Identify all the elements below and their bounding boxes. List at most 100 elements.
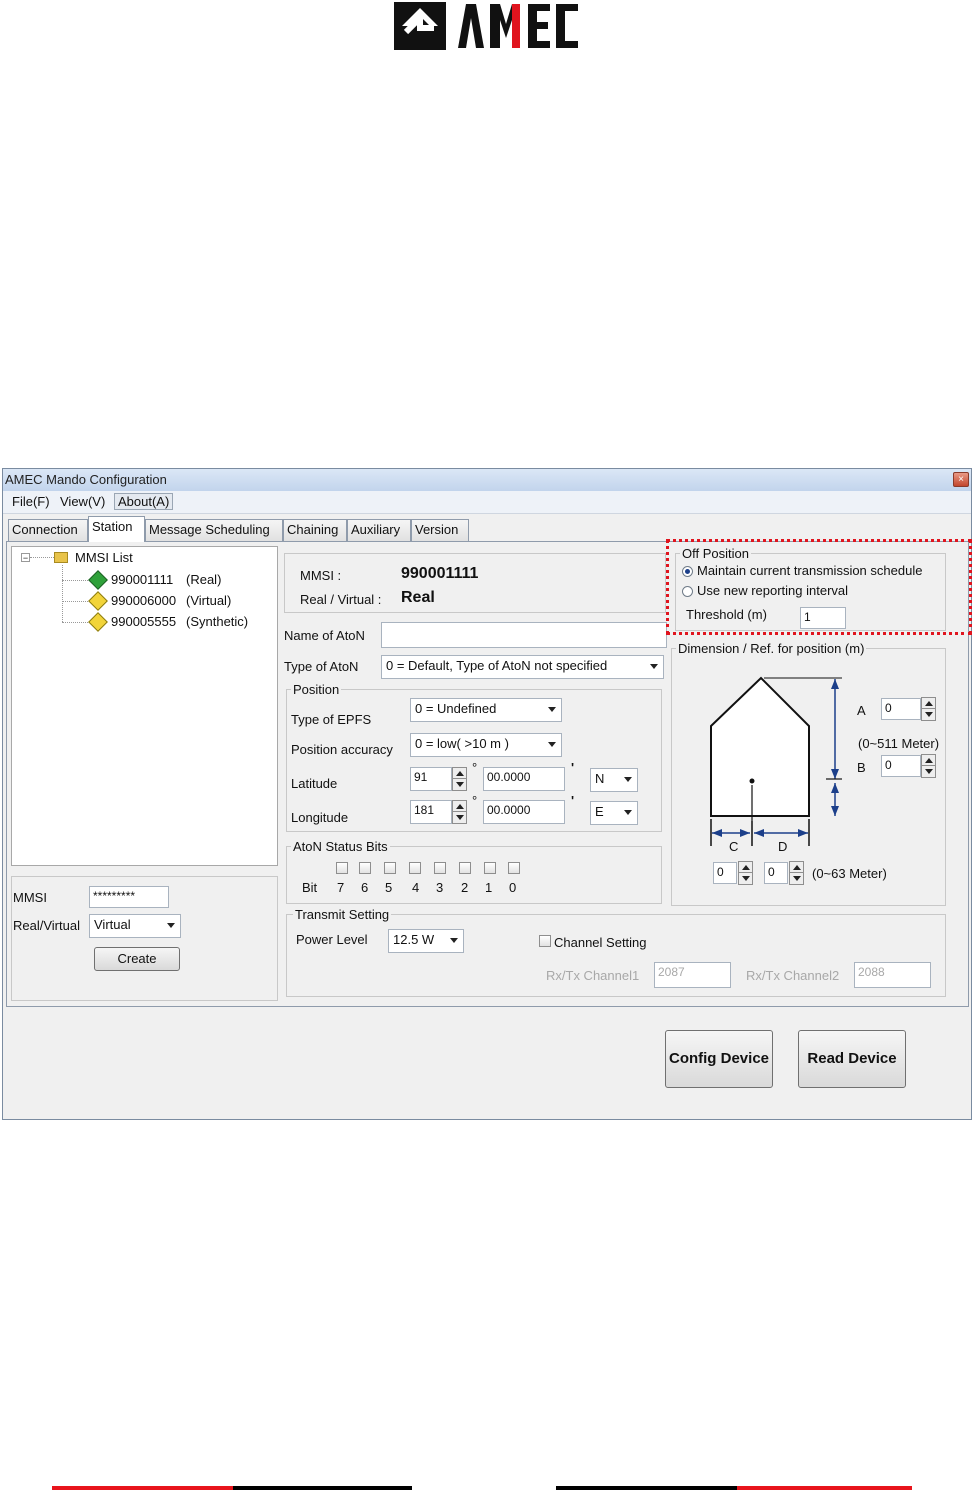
mmsi-label: MMSI <box>13 890 47 905</box>
tree-item-mmsi[interactable]: 990005555 <box>111 614 176 629</box>
bit-label: Bit <box>302 880 318 895</box>
bit-number: 1 <box>485 880 493 895</box>
tab-message-scheduling[interactable]: Message Scheduling <box>145 519 283 541</box>
bit-number: 4 <box>412 880 420 895</box>
tree-root-label[interactable]: MMSI List <box>75 550 133 565</box>
latitude-degrees-input[interactable]: 91 <box>410 767 452 791</box>
info-mmsi-value: 990001111 <box>401 565 479 582</box>
bit-number: 5 <box>385 880 393 895</box>
amec-logo <box>394 2 578 50</box>
mmsi-tree[interactable]: − MMSI List 990001111 (Real) 990006000 (… <box>11 546 278 866</box>
mmsi-input[interactable]: ********* <box>89 886 169 908</box>
latitude-degrees-spinner[interactable] <box>452 767 467 791</box>
real-virtual-label: Real/Virtual <box>13 918 80 933</box>
transmit-title: Transmit Setting <box>293 907 392 922</box>
real-virtual-select[interactable]: Virtual <box>89 914 181 938</box>
channel2-input[interactable]: 2088 <box>854 962 931 988</box>
bit-checkbox[interactable] <box>409 862 421 874</box>
latitude-minutes-input[interactable]: 00.0000 <box>483 767 565 791</box>
create-panel: MMSI ********* Real/Virtual Virtual Crea… <box>11 876 278 1001</box>
footer-line-black <box>556 1486 737 1490</box>
status-bits-title: AtoN Status Bits <box>291 839 390 854</box>
chevron-down-icon <box>548 707 556 712</box>
longitude-degrees-input[interactable]: 181 <box>410 800 452 824</box>
config-device-button[interactable]: Config Device <box>665 1030 773 1088</box>
accuracy-select[interactable]: 0 = low( >10 m ) <box>410 733 562 757</box>
tab-version[interactable]: Version <box>411 519 469 541</box>
highlight-box <box>666 539 972 635</box>
ship-dimension-diagram <box>710 676 842 846</box>
info-rv-label: Real / Virtual : <box>300 592 382 607</box>
dimension-d-spinner[interactable] <box>789 861 804 885</box>
tab-station[interactable]: Station <box>88 516 145 542</box>
dimension-b-input[interactable]: 0 <box>881 755 921 777</box>
tab-auxiliary[interactable]: Auxiliary <box>347 519 411 541</box>
read-device-button[interactable]: Read Device <box>798 1030 906 1088</box>
longitude-direction-select[interactable]: E <box>590 801 638 825</box>
chevron-down-icon <box>624 810 632 815</box>
bit-checkbox[interactable] <box>359 862 371 874</box>
menu-file[interactable]: File(F) <box>9 494 53 509</box>
dimension-c-input[interactable]: 0 <box>713 862 737 884</box>
create-button[interactable]: Create <box>94 947 180 971</box>
type-of-aton-select[interactable]: 0 = Default, Type of AtoN not specified <box>381 655 664 679</box>
ab-range-label: (0~511 Meter) <box>858 736 940 751</box>
chevron-down-icon <box>650 664 658 669</box>
tree-item-mmsi[interactable]: 990006000 <box>111 593 176 608</box>
longitude-minutes-input[interactable]: 00.0000 <box>483 800 565 824</box>
mmsi-info: MMSI : 990001111 Real / Virtual : Real <box>284 553 666 613</box>
title-bar: AMEC Mando Configuration × <box>3 469 971 491</box>
status-bits-group: AtoN Status Bits Bit 7 6 5 4 3 2 1 0 <box>286 839 662 904</box>
dimension-a-input[interactable]: 0 <box>881 698 921 720</box>
epfs-label: Type of EPFS <box>291 712 372 727</box>
tab-chaining[interactable]: Chaining <box>283 519 347 541</box>
latitude-direction-select[interactable]: N <box>590 768 638 792</box>
dimension-group: Dimension / Ref. for position (m) A 0 (0… <box>671 641 946 906</box>
channel-setting-checkbox[interactable] <box>539 935 551 947</box>
yellow-diamond-icon <box>88 612 108 632</box>
footer-line-red <box>52 1486 233 1490</box>
bit-checkbox[interactable] <box>434 862 446 874</box>
dimension-d-input[interactable]: 0 <box>764 862 788 884</box>
dimension-d-label: D <box>778 839 788 854</box>
bit-checkbox[interactable] <box>508 862 520 874</box>
menu-about[interactable]: About(A) <box>114 493 174 510</box>
tree-item-type: (Real) <box>186 572 222 587</box>
tree-item-mmsi[interactable]: 990001111 <box>111 572 173 587</box>
longitude-degrees-spinner[interactable] <box>452 800 467 824</box>
dimension-b-label: B <box>857 760 866 775</box>
latitude-label: Latitude <box>291 776 338 791</box>
channel1-input[interactable]: 2087 <box>654 962 731 988</box>
dimension-a-spinner[interactable] <box>921 697 936 721</box>
bit-checkbox[interactable] <box>384 862 396 874</box>
bit-checkbox[interactable] <box>459 862 471 874</box>
dimension-title: Dimension / Ref. for position (m) <box>676 641 867 656</box>
epfs-select[interactable]: 0 = Undefined <box>410 698 562 722</box>
dimension-c-label: C <box>729 839 739 854</box>
tree-item-type: (Virtual) <box>186 593 232 608</box>
type-of-aton-label: Type of AtoN <box>284 659 359 674</box>
power-level-label: Power Level <box>296 932 368 947</box>
info-rv-value: Real <box>401 589 435 606</box>
collapse-icon[interactable]: − <box>21 553 30 563</box>
position-group: Position Type of EPFS 0 = Undefined Posi… <box>286 682 662 832</box>
tree-item-type: (Synthetic) <box>186 614 249 629</box>
info-mmsi-label: MMSI : <box>300 568 342 583</box>
transmit-group: Transmit Setting Power Level 12.5 W Chan… <box>286 907 946 997</box>
bit-checkbox[interactable] <box>336 862 348 874</box>
bit-number: 2 <box>461 880 469 895</box>
menu-view[interactable]: View(V) <box>57 494 108 509</box>
channel-setting-label[interactable]: Channel Setting <box>554 935 647 950</box>
close-icon[interactable]: × <box>953 472 969 487</box>
dimension-b-spinner[interactable] <box>921 754 936 778</box>
power-level-select[interactable]: 12.5 W <box>388 929 464 953</box>
footer-line-black <box>233 1486 412 1490</box>
dimension-c-spinner[interactable] <box>738 861 753 885</box>
name-of-aton-input[interactable] <box>381 622 667 648</box>
chevron-down-icon <box>167 923 175 928</box>
channel2-label: Rx/Tx Channel2 <box>746 968 840 983</box>
tab-connection[interactable]: Connection <box>8 519 88 541</box>
folder-icon <box>54 552 68 563</box>
chevron-down-icon <box>548 742 556 747</box>
bit-checkbox[interactable] <box>484 862 496 874</box>
